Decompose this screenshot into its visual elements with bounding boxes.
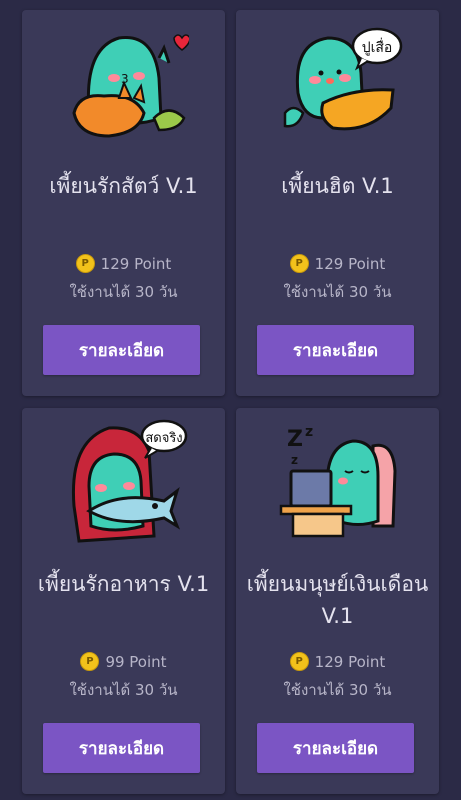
sticker-duration: ใช้งานได้ 30 วัน <box>283 283 392 301</box>
sticker-price: 129 Point <box>100 254 172 273</box>
svg-text:z: z <box>291 453 298 467</box>
sticker-duration: ใช้งานได้ 30 วัน <box>69 283 178 301</box>
sticker-pet-lover-image: 3 <box>71 34 189 138</box>
price-row: P 99 Point <box>22 652 225 671</box>
point-coin-icon: P <box>75 254 95 273</box>
speech-bubble-text: สดจริง <box>145 431 182 446</box>
sticker-hit-image: ปูเสื่อ <box>283 27 402 131</box>
sticker-office-worker-image: Z z z <box>279 424 397 538</box>
sticker-price: 129 Point <box>314 254 386 273</box>
sticker-price: 99 Point <box>105 652 167 671</box>
price-row: P 129 Point <box>236 652 439 671</box>
point-coin-icon: P <box>289 652 309 671</box>
sticker-title: เพี้ยนฮิต V.1 <box>281 174 394 198</box>
sticker-card[interactable]: ปูเสื่อ เพี้ยนฮิต V.1 P 129 Point ใช้งาน… <box>236 10 439 396</box>
point-coin-icon: P <box>80 652 100 671</box>
sticker-card[interactable]: 3 เพี้ยนรักสัตว์ V.1 P 129 Point ใช้งานไ… <box>22 10 225 396</box>
sticker-duration: ใช้งานได้ 30 วัน <box>69 681 178 699</box>
sticker-title: เพี้ยนรักอาหาร V.1 <box>37 572 210 596</box>
sticker-food-lover-image: สดจริง <box>71 419 187 543</box>
svg-text:Z: Z <box>287 427 303 452</box>
point-coin-icon: P <box>289 254 309 273</box>
svg-text:z: z <box>305 424 313 440</box>
details-button[interactable]: รายละเอียด <box>257 723 414 773</box>
price-row: P 129 Point <box>22 254 225 273</box>
sticker-duration: ใช้งานได้ 30 วัน <box>283 681 392 699</box>
details-button[interactable]: รายละเอียด <box>43 325 200 375</box>
details-button[interactable]: รายละเอียด <box>257 325 414 375</box>
speech-bubble-text: ปูเสื่อ <box>361 38 392 56</box>
sticker-card[interactable]: สดจริง เพี้ยนรักอาหาร V.1 P 99 Point ใช้… <box>22 408 225 794</box>
price-row: P 129 Point <box>236 254 439 273</box>
sticker-title: เพี้ยนมนุษย์เงินเดือน V.1 <box>246 572 429 628</box>
sticker-title: เพี้ยนรักสัตว์ V.1 <box>49 174 198 198</box>
sticker-card[interactable]: Z z z เพี้ยนมนุษย์เงินเดือน V.1 P 129 Po… <box>236 408 439 794</box>
details-button[interactable]: รายละเอียด <box>43 723 200 773</box>
sticker-price: 129 Point <box>314 652 386 671</box>
